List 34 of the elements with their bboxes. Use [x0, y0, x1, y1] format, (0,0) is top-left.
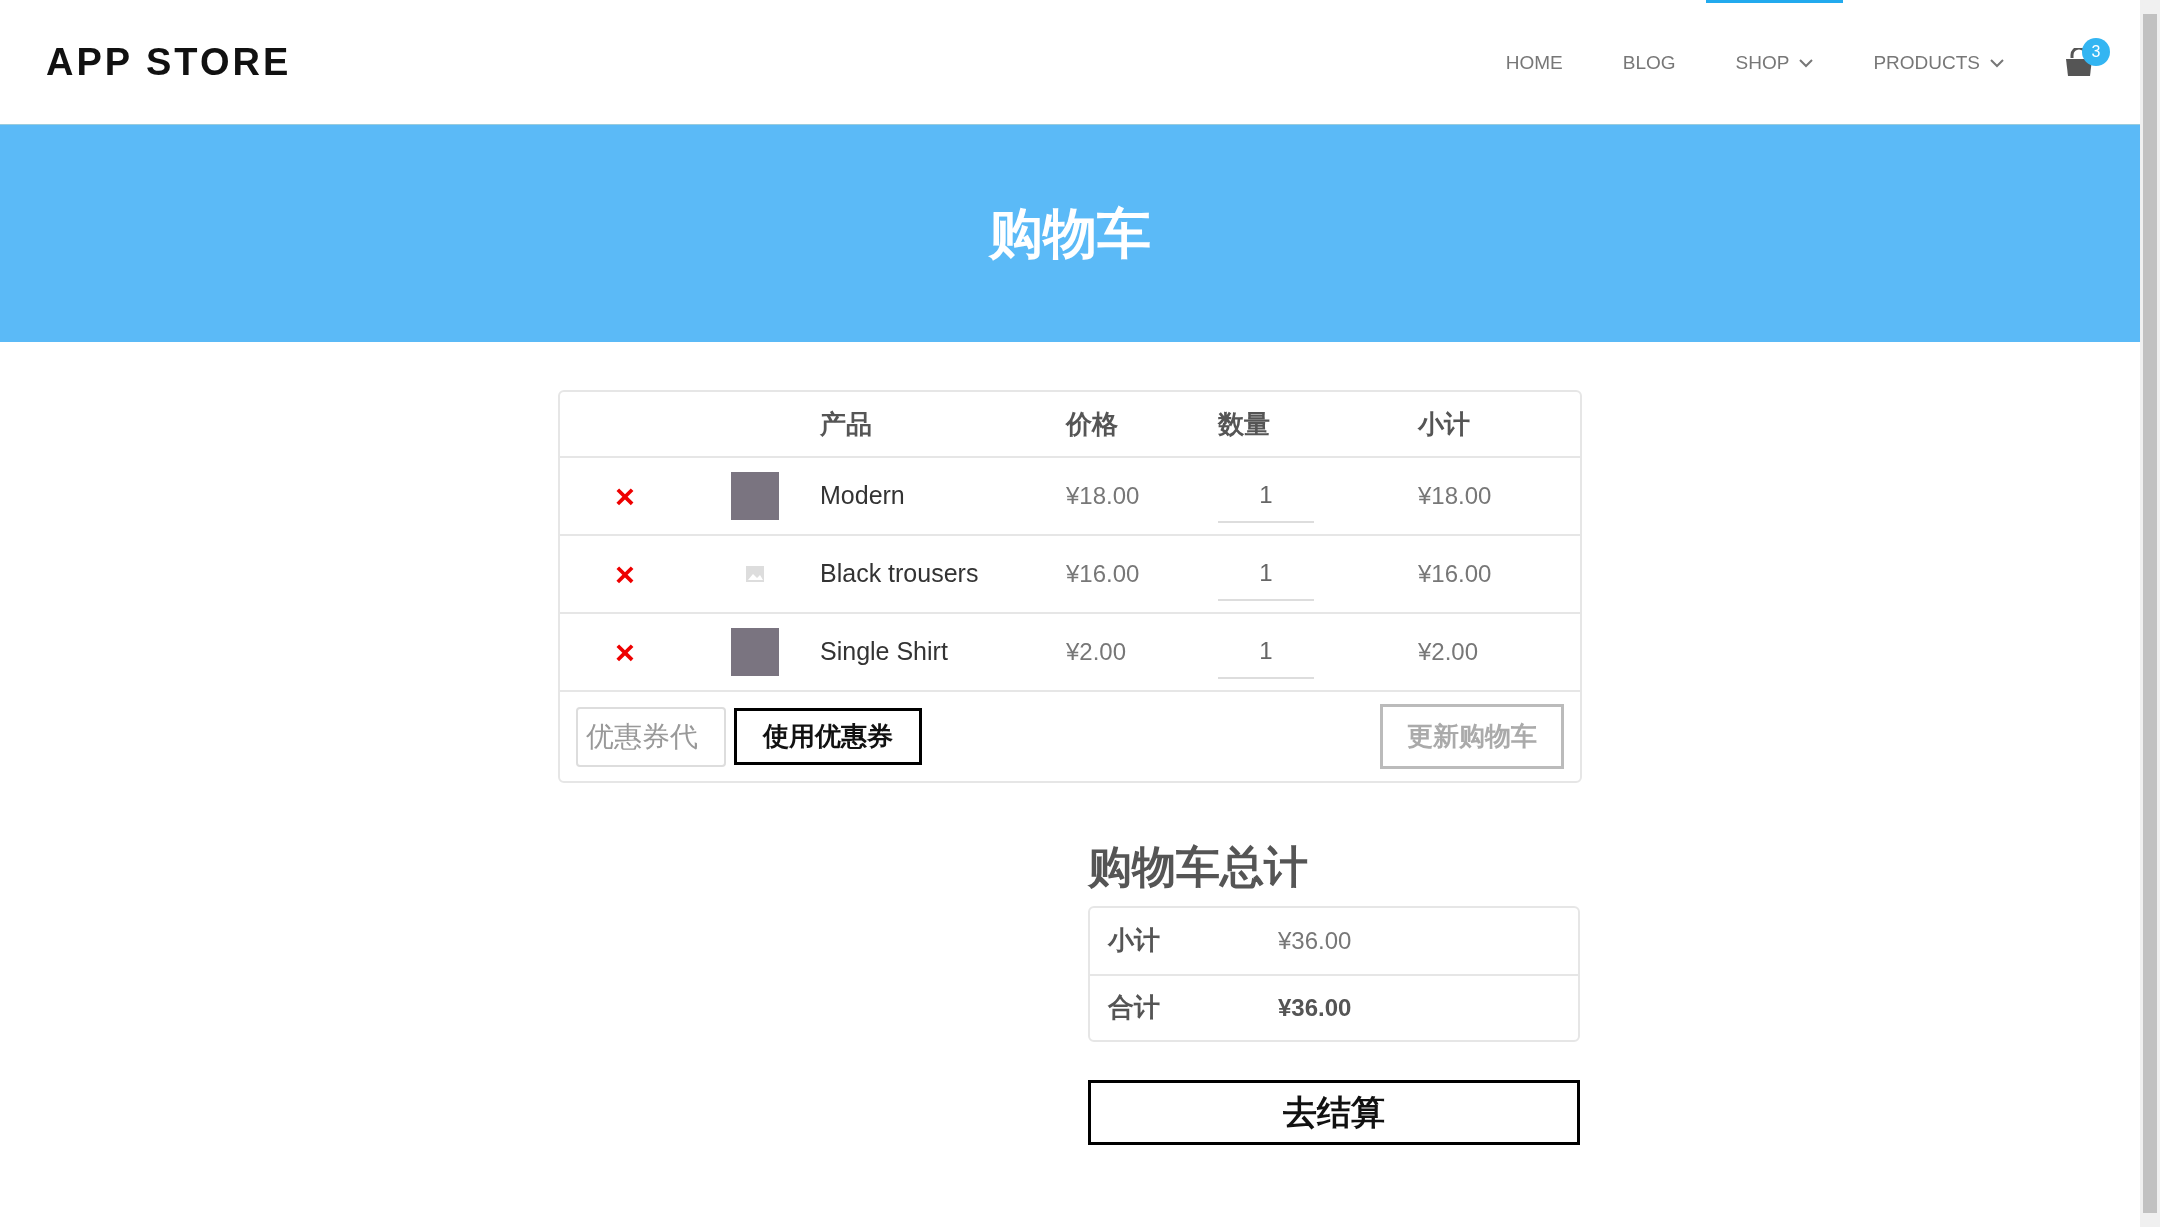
column-header: 产品 — [820, 407, 873, 441]
scrollbar[interactable] — [2140, 0, 2160, 1227]
column-header: 小计 — [1418, 407, 1471, 441]
amount-text: ¥36.00 — [1278, 925, 1353, 956]
cart-count-badge: 3 — [2082, 37, 2110, 66]
brand-logo[interactable]: APP STORE — [46, 33, 292, 91]
remove-item-button[interactable]: × — [615, 479, 635, 513]
photo-placeholder — [731, 628, 779, 676]
amount-text: ¥36.00 — [1278, 992, 1353, 1023]
price-text: ¥16.00 — [1066, 559, 1141, 589]
subtotal-text: ¥16.00 — [1418, 559, 1493, 589]
apply-coupon-button[interactable]: 使用优惠券 — [734, 708, 922, 765]
subtotal-text: ¥18.00 — [1418, 481, 1493, 511]
nav-link[interactable]: BLOG — [1592, 0, 1706, 125]
product-name[interactable]: Black trousers — [820, 555, 1066, 593]
price-text: ¥2.00 — [1066, 637, 1128, 667]
nav-link[interactable]: PRODUCTS — [1843, 0, 2034, 125]
checkout-button[interactable]: 去结算 — [1088, 1079, 1580, 1145]
nav-link[interactable]: HOME — [1475, 0, 1593, 125]
row-label: 合计 — [1108, 991, 1161, 1025]
remove-item-button[interactable]: × — [615, 557, 635, 591]
remove-item-button[interactable]: × — [615, 635, 635, 669]
totals-title: 购物车总计 — [1088, 841, 1309, 893]
image-placeholder-icon — [746, 566, 764, 582]
product-name[interactable]: Single Shirt — [820, 633, 1066, 671]
photo-placeholder — [731, 472, 779, 520]
price-text: ¥18.00 — [1066, 481, 1141, 511]
subtotal-text: ¥2.00 — [1418, 637, 1480, 667]
column-header: 价格 — [1066, 407, 1119, 441]
page-title: 购物车 — [989, 202, 1151, 266]
coupon-field[interactable]: 优惠券代 — [576, 706, 726, 767]
product-name[interactable]: Modern — [820, 477, 1066, 515]
row-label: 小计 — [1108, 924, 1161, 958]
column-header: 数量 — [1218, 407, 1271, 441]
